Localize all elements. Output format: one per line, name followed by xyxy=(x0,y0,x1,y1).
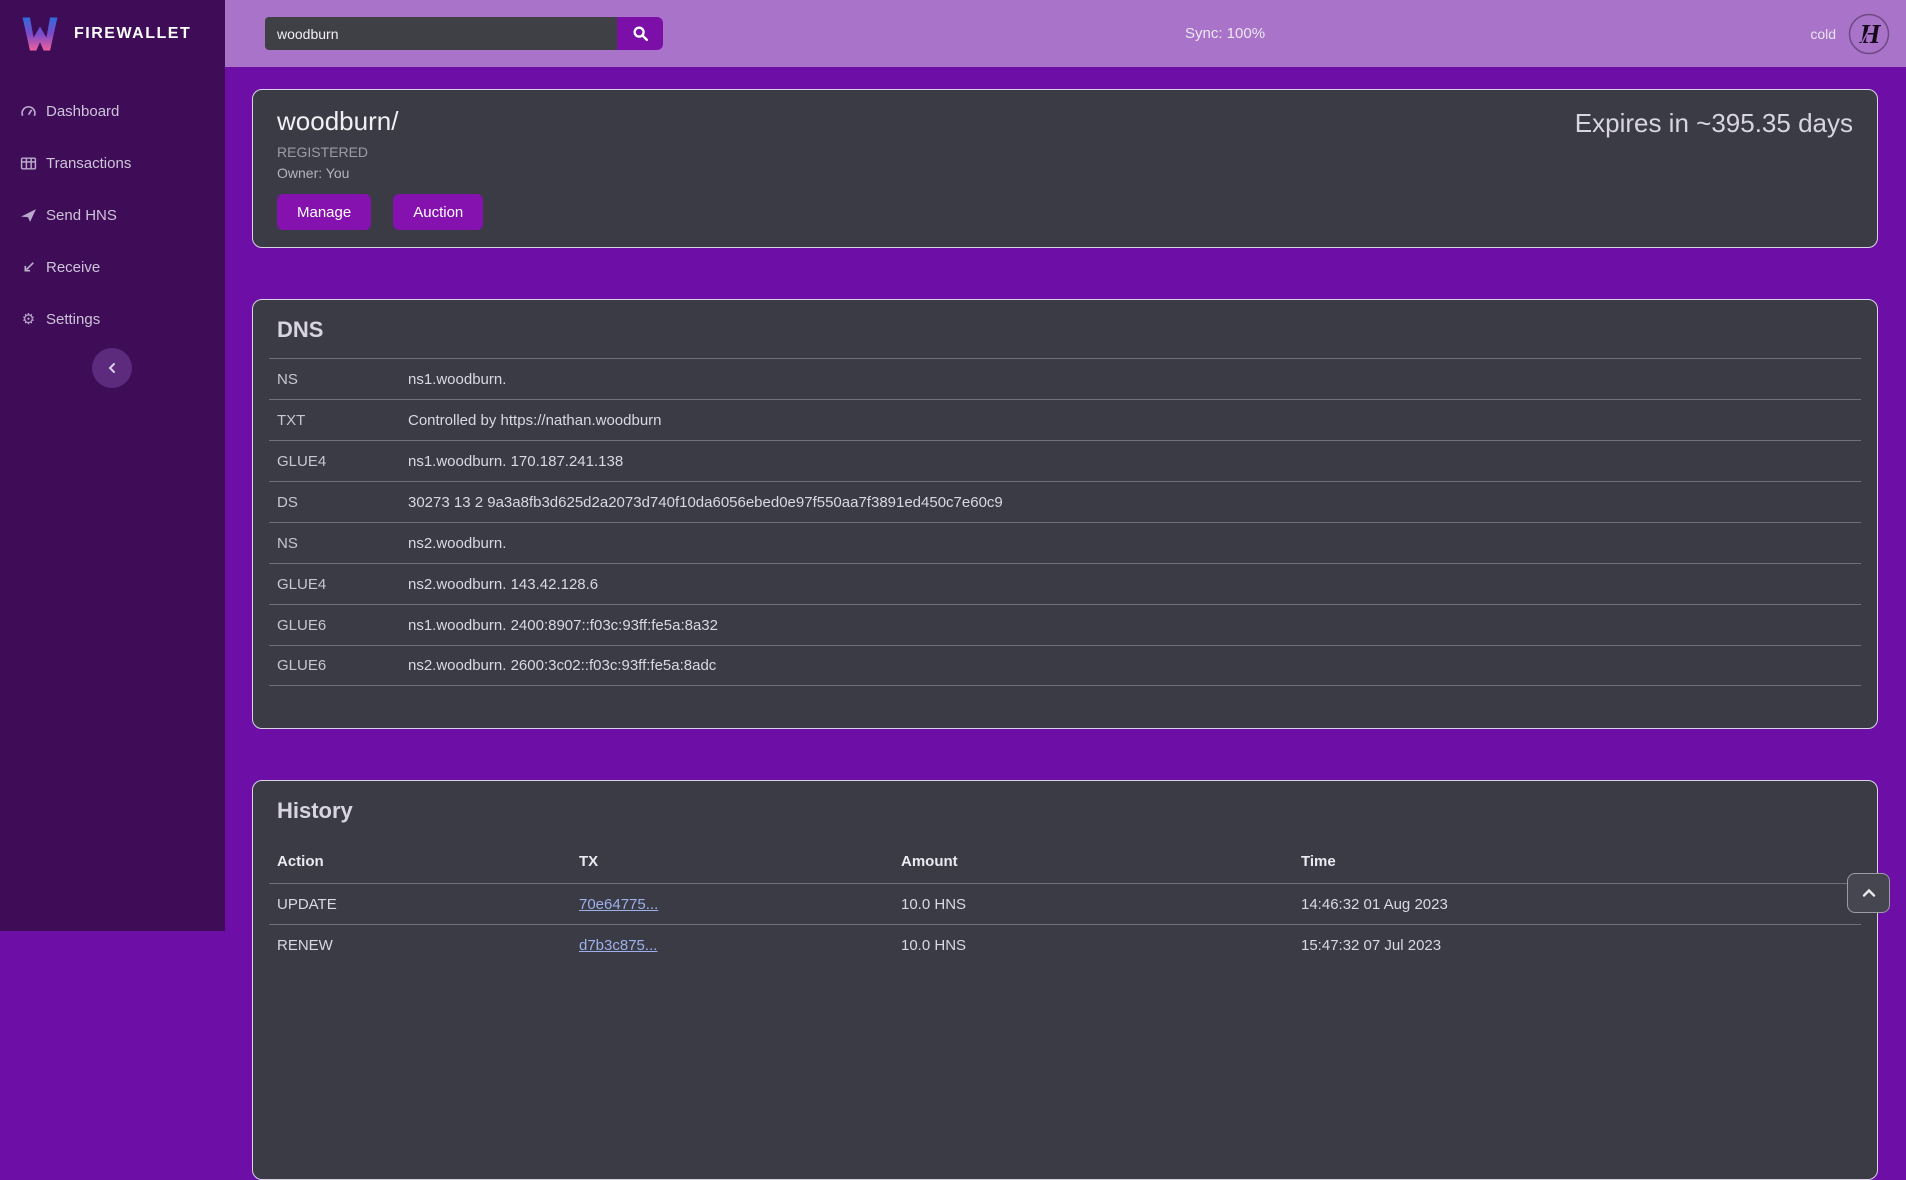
sidebar: FIREWALLET Dashboard Transactions xyxy=(0,0,225,931)
auction-button[interactable]: Auction xyxy=(393,194,483,230)
history-row: UPDATE 70e64775... 10.0 HNS 14:46:32 01 … xyxy=(269,883,1861,924)
wallet-name: cold xyxy=(1810,26,1836,42)
handshake-logo-icon[interactable]: H xyxy=(1848,13,1890,55)
history-time: 14:46:32 01 Aug 2023 xyxy=(1301,896,1861,913)
dns-record-type: DS xyxy=(269,494,408,511)
dns-record-type: GLUE6 xyxy=(269,657,408,674)
dns-record-type: GLUE4 xyxy=(269,576,408,593)
tx-link[interactable]: 70e64775... xyxy=(579,896,658,913)
scroll-to-top-button[interactable] xyxy=(1847,873,1890,913)
history-card: History Action TX Amount Time UPDATE 70e… xyxy=(252,780,1878,1180)
sidebar-item-receive[interactable]: Receive xyxy=(0,241,225,293)
dns-record-value: 30273 13 2 9a3a8fb3d625d2a2073d740f10da6… xyxy=(408,494,1861,511)
brand-name: FIREWALLET xyxy=(74,25,191,43)
sidebar-item-label: Receive xyxy=(46,259,100,276)
history-column-amount: Amount xyxy=(901,853,1301,870)
dns-record-row: GLUE4 ns1.woodburn. 170.187.241.138 xyxy=(269,440,1861,481)
dns-record-row: GLUE6 ns1.woodburn. 2400:8907::f03c:93ff… xyxy=(269,604,1861,645)
history-action: UPDATE xyxy=(269,896,579,913)
svg-text:H: H xyxy=(1858,19,1881,49)
dns-record-value: ns1.woodburn. 2400:8907::f03c:93ff:fe5a:… xyxy=(408,617,1861,634)
wallet-info: cold H xyxy=(1810,13,1906,55)
send-icon xyxy=(20,207,37,224)
domain-search xyxy=(265,17,663,50)
dns-record-row: NS ns1.woodburn. xyxy=(269,358,1861,399)
manage-button[interactable]: Manage xyxy=(277,194,371,230)
dashboard-icon xyxy=(20,103,37,120)
dns-record-value: ns1.woodburn. xyxy=(408,371,1861,388)
brand-header: FIREWALLET xyxy=(0,0,225,67)
dns-record-value: ns2.woodburn. 2600:3c02::f03c:93ff:fe5a:… xyxy=(408,657,1861,674)
dns-record-row: GLUE6 ns2.woodburn. 2600:3c02::f03c:93ff… xyxy=(269,645,1861,686)
history-amount: 10.0 HNS xyxy=(901,896,1301,913)
sidebar-item-send-hns[interactable]: Send HNS xyxy=(0,189,225,241)
history-title: History xyxy=(253,781,1877,839)
domain-owner: Owner: You xyxy=(277,165,1853,181)
dns-record-value: ns1.woodburn. 170.187.241.138 xyxy=(408,453,1861,470)
dns-record-type: NS xyxy=(269,371,408,388)
sidebar-item-transactions[interactable]: Transactions xyxy=(0,137,225,189)
history-header-row: Action TX Amount Time xyxy=(269,839,1861,883)
dns-record-value: ns2.woodburn. 143.42.128.6 xyxy=(408,576,1861,593)
firewallet-logo-icon xyxy=(18,12,62,56)
topbar: Sync: 100% cold H xyxy=(225,0,1906,67)
transactions-icon xyxy=(20,155,37,172)
history-action: RENEW xyxy=(269,937,579,954)
sidebar-item-label: Transactions xyxy=(46,155,131,172)
domain-expiry: Expires in ~395.35 days xyxy=(1575,108,1853,139)
sidebar-collapse-button[interactable] xyxy=(92,348,132,388)
dns-record-value: Controlled by https://nathan.woodburn xyxy=(408,412,1861,429)
dns-record-value: ns2.woodburn. xyxy=(408,535,1861,552)
history-amount: 10.0 HNS xyxy=(901,937,1301,954)
history-column-time: Time xyxy=(1301,853,1861,870)
history-tx: 70e64775... xyxy=(579,896,901,913)
domain-actions: Manage Auction xyxy=(277,194,1853,230)
sidebar-nav: Dashboard Transactions Send HNS xyxy=(0,85,225,345)
history-table: Action TX Amount Time UPDATE 70e64775...… xyxy=(269,839,1861,965)
dns-record-row: NS ns2.woodburn. xyxy=(269,522,1861,563)
history-column-tx: TX xyxy=(579,853,901,870)
sidebar-item-dashboard[interactable]: Dashboard xyxy=(0,85,225,137)
history-time: 15:47:32 07 Jul 2023 xyxy=(1301,937,1861,954)
tx-link[interactable]: d7b3c875... xyxy=(579,937,657,954)
chevron-left-icon xyxy=(106,362,118,374)
dns-record-type: TXT xyxy=(269,412,408,429)
search-button[interactable] xyxy=(617,17,663,50)
sidebar-item-settings[interactable]: ⚙ Settings xyxy=(0,293,225,345)
dns-records-table: NS ns1.woodburn. TXT Controlled by https… xyxy=(269,358,1861,686)
dns-record-type: GLUE4 xyxy=(269,453,408,470)
main-content: woodburn/ REGISTERED Owner: You Manage A… xyxy=(225,67,1906,931)
dns-record-row: DS 30273 13 2 9a3a8fb3d625d2a2073d740f10… xyxy=(269,481,1861,522)
sync-status: Sync: 100% xyxy=(1185,0,1265,67)
domain-status-badge: REGISTERED xyxy=(277,144,1853,160)
dns-record-type: NS xyxy=(269,535,408,552)
sidebar-item-label: Dashboard xyxy=(46,103,119,120)
sidebar-item-label: Settings xyxy=(46,311,100,328)
search-icon xyxy=(632,25,649,42)
dns-card: DNS NS ns1.woodburn. TXT Controlled by h… xyxy=(252,299,1878,729)
dns-record-row: GLUE4 ns2.woodburn. 143.42.128.6 xyxy=(269,563,1861,604)
history-tx: d7b3c875... xyxy=(579,937,901,954)
receive-icon xyxy=(20,259,37,276)
dns-title: DNS xyxy=(253,300,1877,358)
search-input[interactable] xyxy=(265,17,617,50)
history-column-action: Action xyxy=(269,853,579,870)
history-row: RENEW d7b3c875... 10.0 HNS 15:47:32 07 J… xyxy=(269,924,1861,965)
dns-record-type: GLUE6 xyxy=(269,617,408,634)
settings-icon: ⚙ xyxy=(20,311,37,328)
domain-card: woodburn/ REGISTERED Owner: You Manage A… xyxy=(252,89,1878,248)
dns-record-row: TXT Controlled by https://nathan.woodbur… xyxy=(269,399,1861,440)
chevron-up-icon xyxy=(1862,888,1876,898)
sidebar-item-label: Send HNS xyxy=(46,207,117,224)
